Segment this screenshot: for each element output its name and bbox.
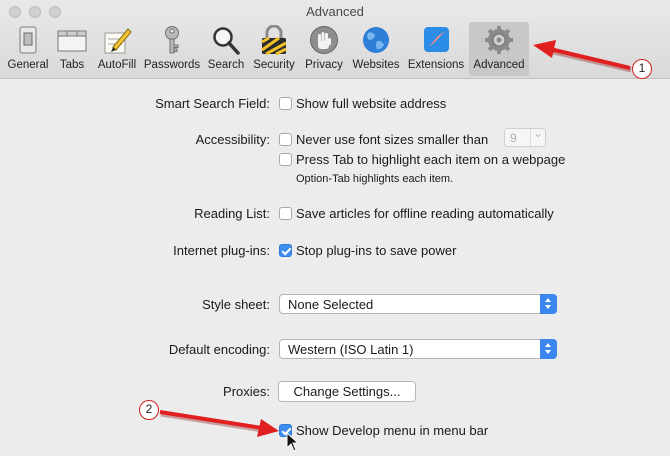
annotation-arrow-1 xyxy=(533,40,632,73)
annotation-arrow-2 xyxy=(159,410,279,437)
safari-preferences-window: Advanced General Tabs AutoFill Passwords… xyxy=(0,0,670,456)
callout-badge-1: 1 xyxy=(632,59,652,79)
annotation-overlay xyxy=(159,40,632,437)
callout-badge-2: 2 xyxy=(139,400,159,420)
